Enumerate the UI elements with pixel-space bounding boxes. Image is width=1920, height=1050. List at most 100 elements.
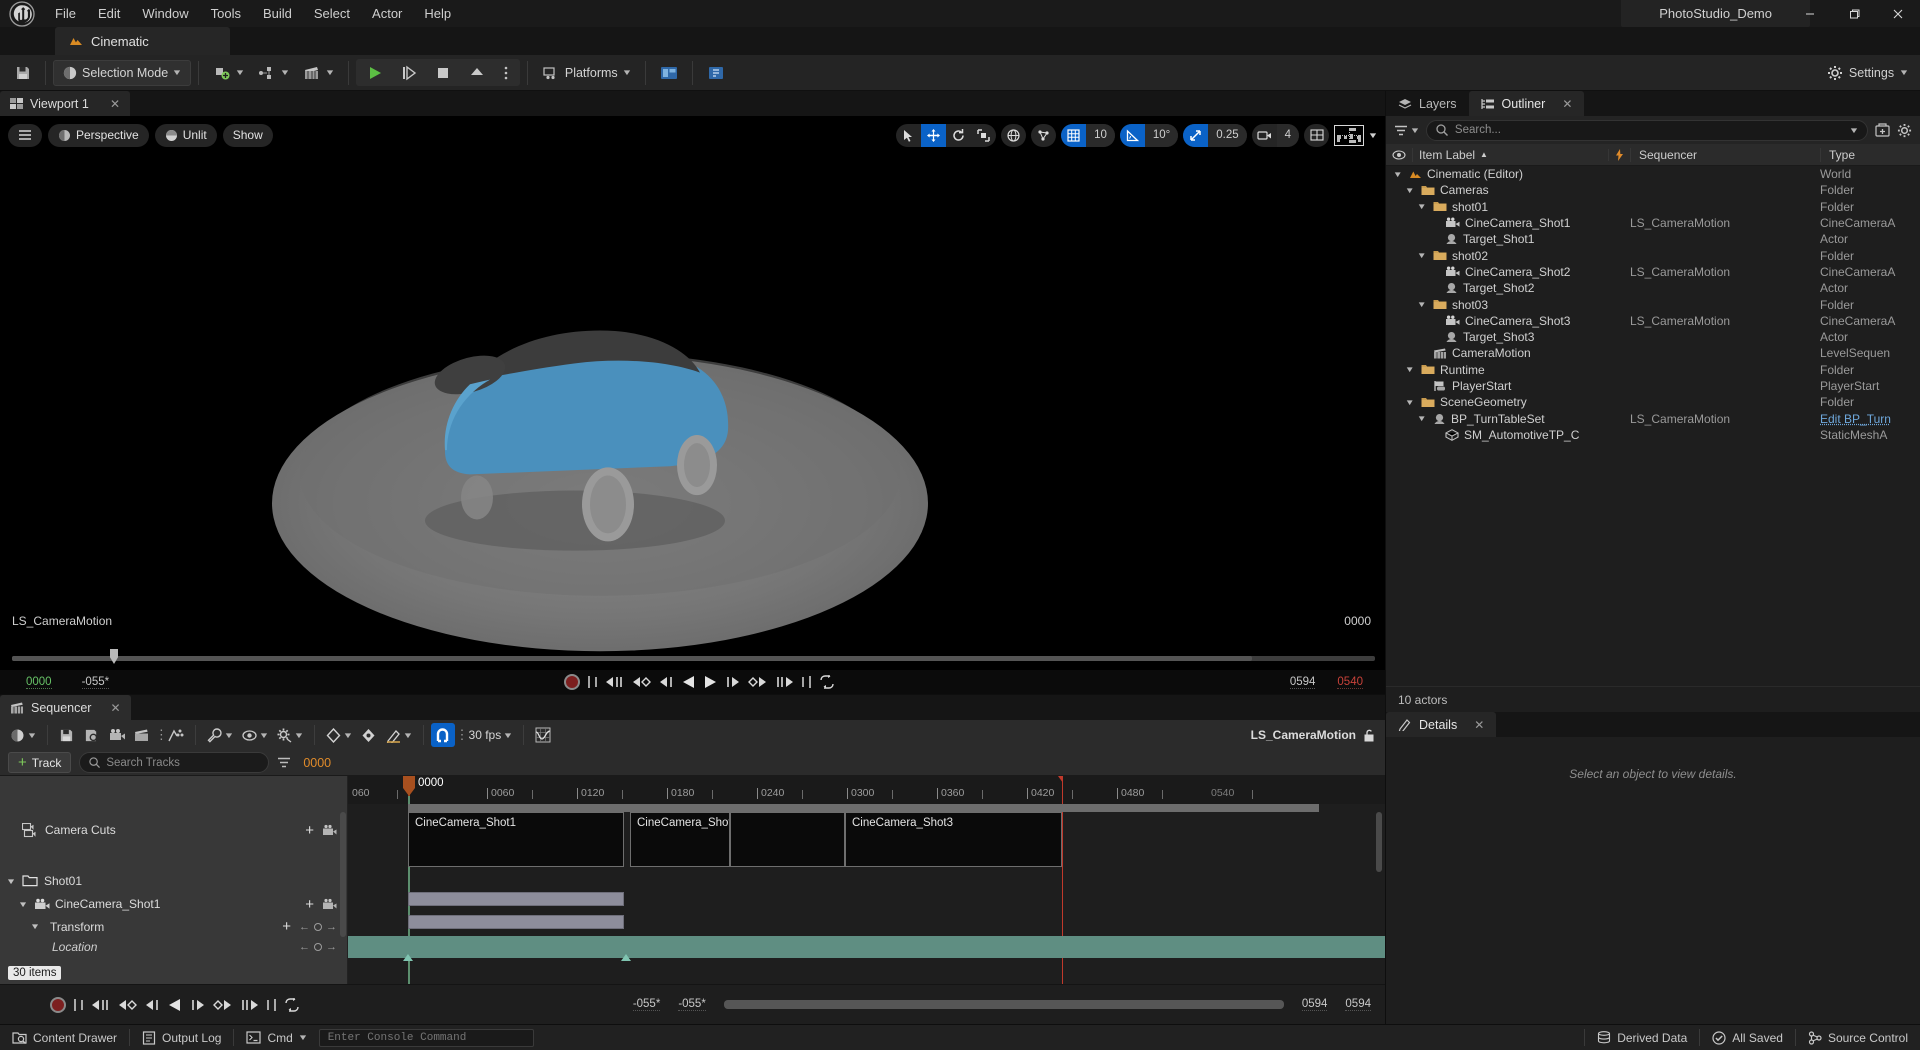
close-icon[interactable]: ✕ [98,701,120,715]
keyframe-marker[interactable] [621,954,631,961]
seq-time-in[interactable]: -055* [678,998,706,1011]
add-track-button[interactable]: + Track [8,752,72,773]
viewport-layout-icon[interactable] [1304,124,1329,147]
grid-snap-value[interactable]: 10 [1086,123,1115,147]
viewport-time-offset[interactable]: -055* [81,676,110,689]
expand-arrow-icon[interactable]: ▼ [1393,170,1406,179]
rotate-tool-icon[interactable] [946,124,971,147]
play-reverse-icon[interactable] [682,675,696,689]
scale-snap-icon[interactable] [1183,123,1209,147]
scale-tool-icon[interactable] [971,124,996,147]
outliner-row[interactable]: CineCamera_Shot1 LS_CameraMotion CineCamer… [1386,215,1920,231]
sequencer-key-group-button[interactable] [357,723,381,747]
outliner-row[interactable]: Target_Shot3 Actor [1386,329,1920,345]
outliner-row[interactable]: Target_Shot1 Actor [1386,231,1920,247]
play-options-button[interactable] [494,60,518,86]
key-nav-controls[interactable]: ← → [299,921,337,933]
loop-toggle-icon[interactable] [284,997,300,1012]
select-tool-icon[interactable] [896,124,921,147]
level-tab-cinematic[interactable]: Cinematic [55,27,230,55]
previous-key-icon[interactable] [118,998,138,1012]
close-icon[interactable]: ✕ [1474,718,1484,732]
outliner-row[interactable]: ▼ BP_TurnTableSet LS_CameraMotion Edit BP_T… [1386,410,1920,426]
menu-tools[interactable]: Tools [200,0,252,27]
seq-time-end[interactable]: 0594 [1345,998,1371,1011]
outliner-row[interactable]: ▼ shot02 Folder [1386,247,1920,263]
play-reverse-icon[interactable] [168,998,182,1012]
prev-key-icon[interactable]: ← [299,921,310,933]
maximize-button[interactable] [1832,0,1876,27]
skip-button[interactable] [392,60,426,86]
track-shot01[interactable]: ▼ Shot01 [0,870,347,892]
angle-snap-icon[interactable] [1119,123,1145,147]
outliner-filter-button[interactable]: ▼ [1394,125,1420,136]
outliner-row[interactable]: ▼ SceneGeometry Folder [1386,394,1920,410]
track-list-scrollbar[interactable] [340,812,346,937]
sequencer-column-header[interactable]: Sequencer [1630,147,1820,162]
sequencer-key-interp-button[interactable]: ▼ [322,723,356,747]
camera-speed-icon[interactable] [1252,124,1277,147]
menu-build[interactable]: Build [252,0,303,27]
next-key-icon[interactable] [747,675,767,689]
viewport-menu-button[interactable] [8,123,42,147]
lock-icon[interactable] [1363,729,1375,742]
outliner-row[interactable]: ▼ Cameras Folder [1386,182,1920,198]
add-actor-button[interactable]: ▼ [206,60,251,86]
expand-arrow-icon[interactable]: ▼ [1405,186,1418,195]
next-section-icon[interactable] [239,998,259,1012]
save-button[interactable] [8,60,38,86]
set-key-icon[interactable] [314,922,322,931]
shot-block[interactable]: CineCamera_Shot3 [845,812,1062,867]
close-icon[interactable]: ✕ [96,97,120,111]
viewport-3d[interactable]: Perspective Unlit Show 10 10° 0.25 4 ▼ L… [0,116,1385,694]
outliner-row[interactable]: CineCamera_Shot3 LS_CameraMotion CineCamer… [1386,313,1920,329]
sequencer-actions-button[interactable] [164,723,188,747]
sequencer-toolbar-button[interactable] [700,60,732,86]
tab-layers[interactable]: Layers [1386,91,1469,116]
tab-details[interactable]: Details ✕ [1386,712,1497,738]
derived-data-button[interactable]: Derived Data [1585,1025,1699,1050]
close-button[interactable] [1876,0,1920,27]
shot-block[interactable]: CineCamera_Shot1 [408,812,624,867]
expand-arrow-icon[interactable]: ▼ [1417,300,1430,309]
record-button[interactable] [50,996,66,1013]
stop-button[interactable] [426,60,460,86]
record-button[interactable] [563,674,580,690]
sequencer-curve-editor-button[interactable] [531,723,555,747]
shot-block[interactable] [730,812,845,867]
add-key-icon[interactable]: + [305,896,314,913]
output-log-button[interactable]: Output Log [130,1025,233,1050]
timeline-scrollbar[interactable] [1376,812,1382,872]
outliner-row[interactable]: ▼ shot03 Folder [1386,296,1920,312]
tab-viewport-1[interactable]: Viewport 1 ✕ [0,91,130,116]
menu-select[interactable]: Select [303,0,361,27]
next-frame-icon[interactable] [189,998,205,1012]
tab-outliner[interactable]: Outliner ✕ [1468,91,1585,116]
viewport-time-start[interactable]: 0000 [26,676,52,689]
search-tracks-input[interactable]: Search Tracks [79,752,270,773]
cinematics-button[interactable]: ▼ [296,60,341,86]
jump-to-end-icon[interactable] [266,998,277,1012]
unreal-logo-icon[interactable] [0,0,44,27]
type-column-header[interactable]: Type [1820,147,1920,162]
expand-arrow-icon[interactable]: ▼ [6,877,24,886]
surface-snap-icon[interactable] [1031,124,1056,147]
visibility-column-header[interactable] [1386,149,1412,160]
add-key-icon[interactable]: + [282,918,291,935]
outliner-row[interactable]: SM_AutomotiveTP_C StaticMeshA [1386,427,1920,443]
next-key-icon[interactable]: → [326,941,337,953]
previous-frame-icon[interactable] [659,675,675,689]
expand-arrow-icon[interactable]: ▼ [1405,398,1418,407]
track-section-bar[interactable] [408,915,624,929]
close-icon[interactable]: ✕ [1562,97,1572,111]
sequencer-visibility-button[interactable]: ▼ [238,723,272,747]
outliner-row-type[interactable]: Edit BP_Turn [1820,412,1920,426]
next-key-icon[interactable]: → [326,921,337,933]
sequencer-more-icon[interactable]: ⋮ [155,727,168,743]
jump-to-start-icon[interactable] [587,675,598,689]
pin-column-header[interactable] [1608,148,1630,161]
outliner-list[interactable]: ▼ Cinematic (Editor) World ▼ Cameras Folder ▼ s… [1386,166,1920,687]
previous-section-icon[interactable] [605,675,625,689]
seq-time-out[interactable]: 0594 [1301,998,1328,1011]
world-space-icon[interactable] [1001,124,1026,147]
